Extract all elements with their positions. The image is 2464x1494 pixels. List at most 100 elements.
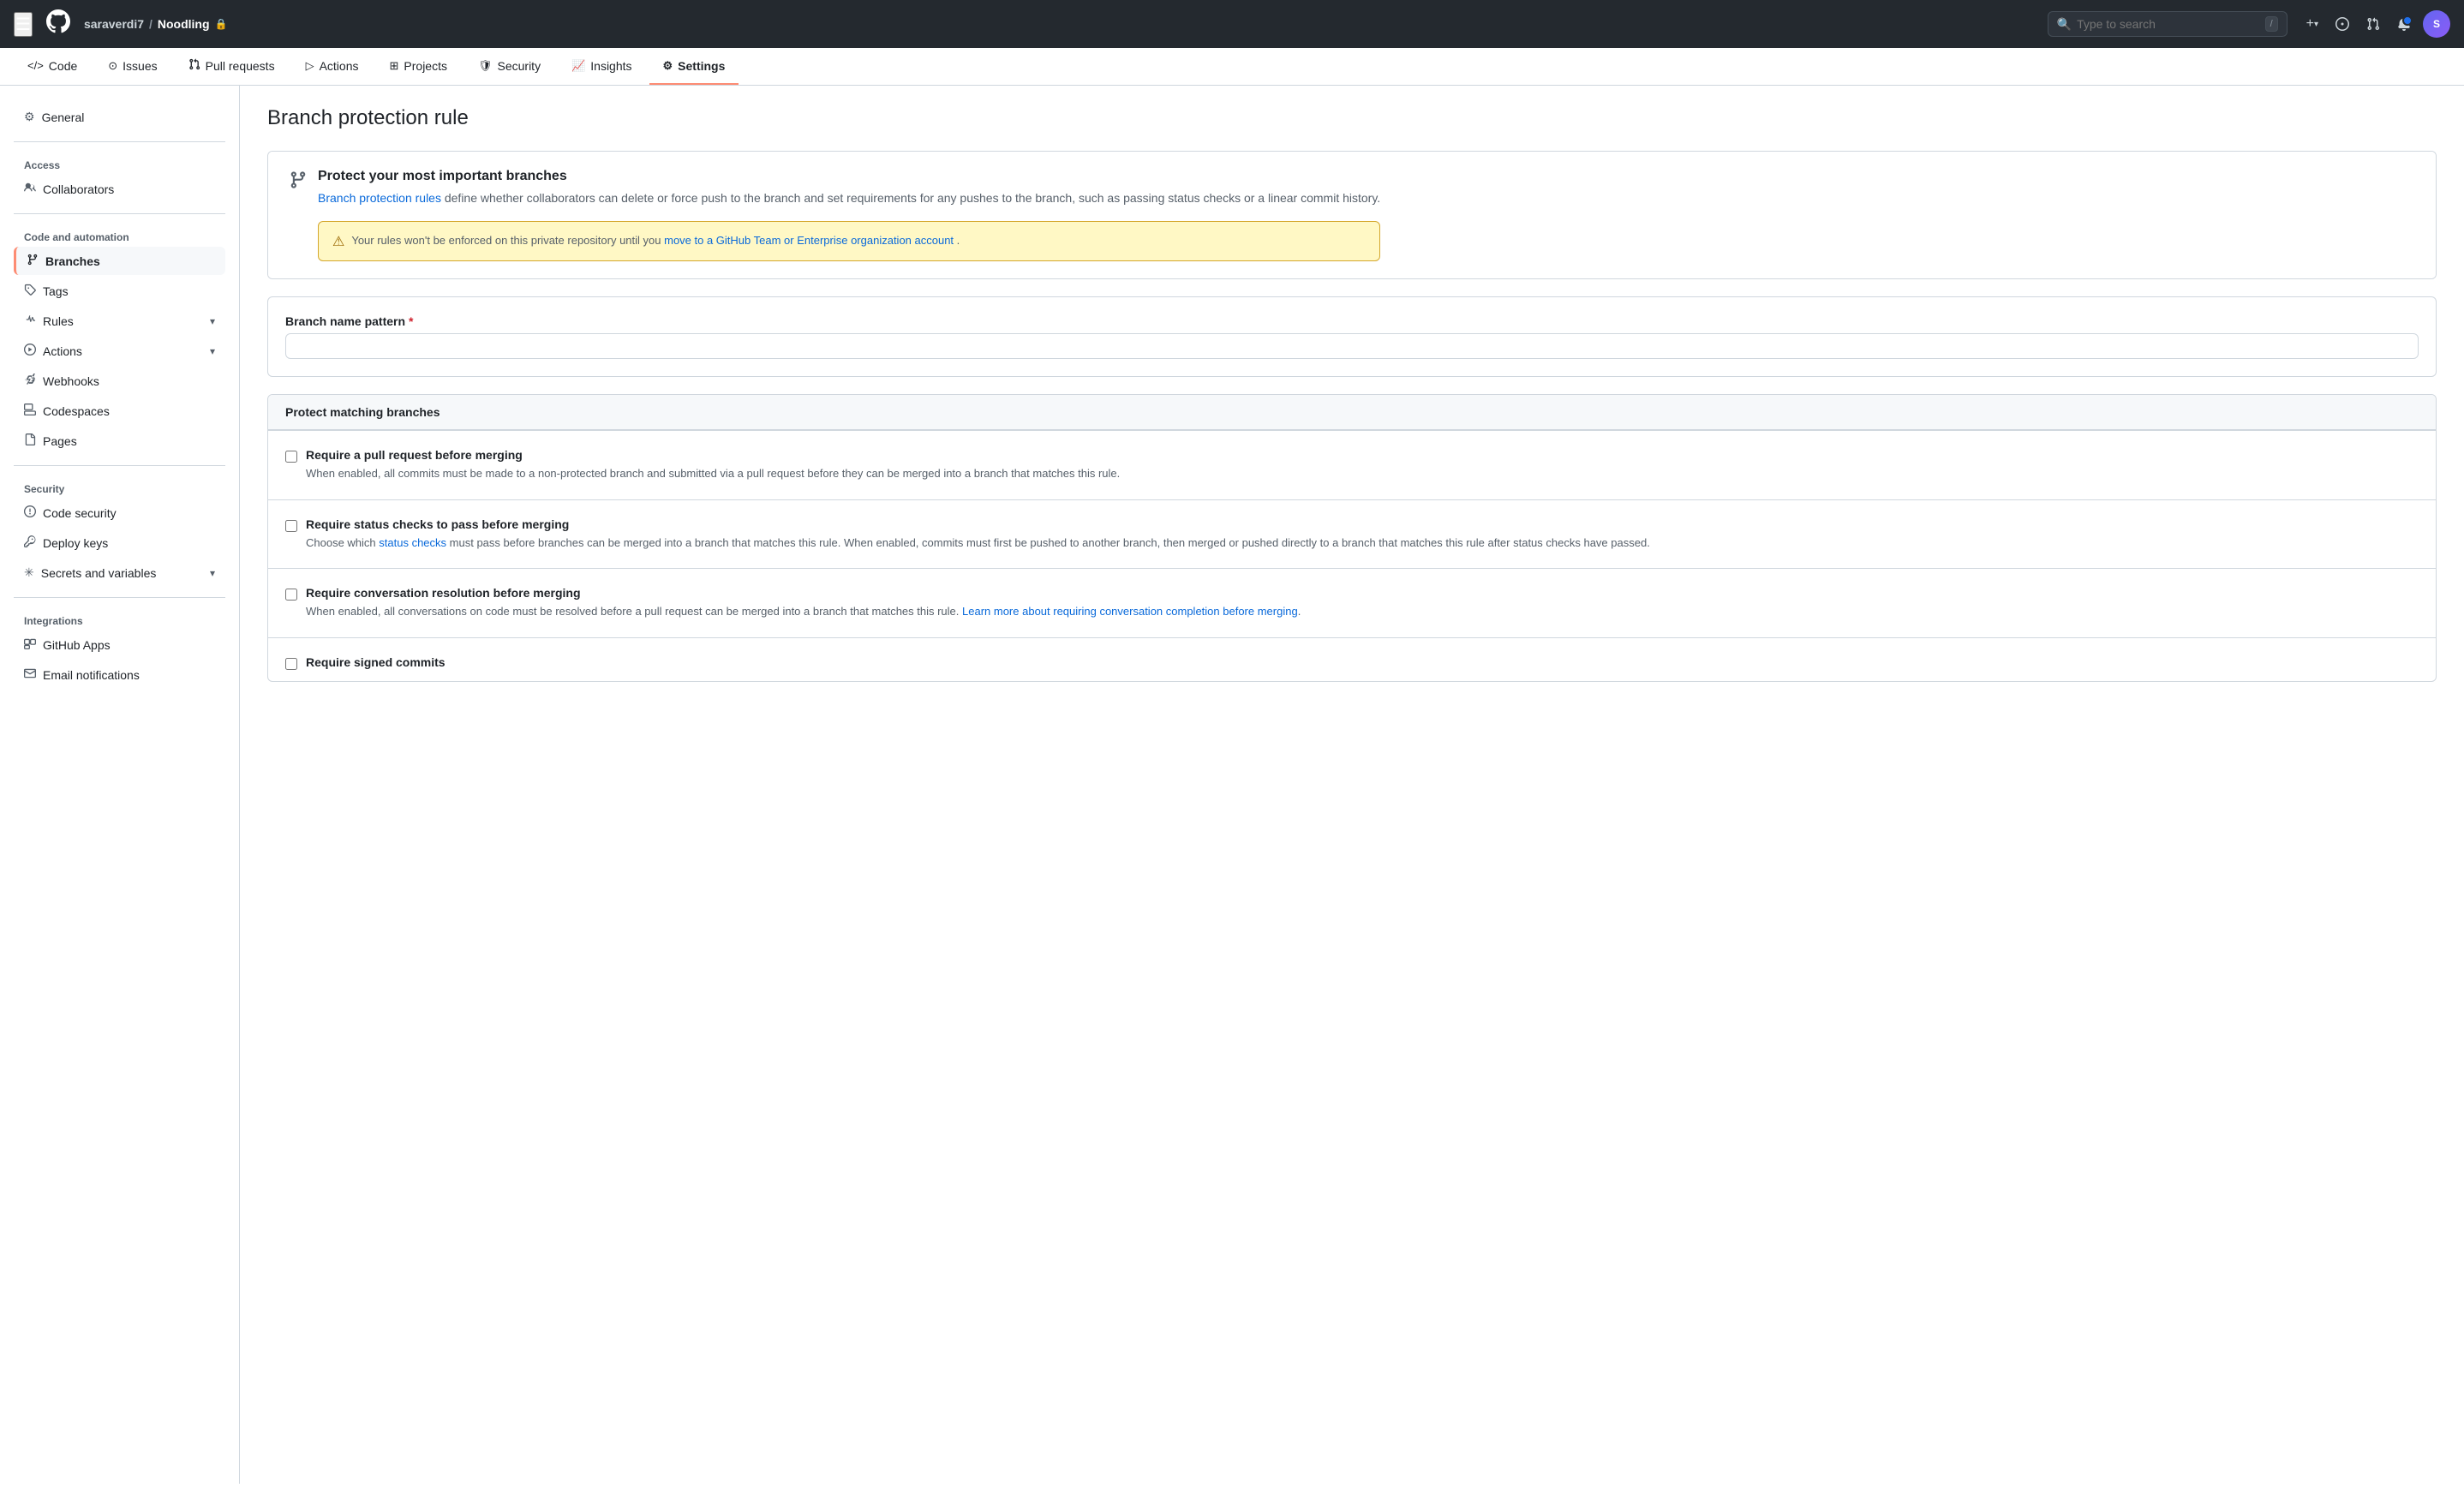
warning-icon: ⚠ bbox=[332, 233, 344, 250]
github-apps-icon bbox=[24, 637, 36, 652]
plus-icon: + bbox=[2306, 16, 2314, 32]
info-card-heading: Protect your most important branches bbox=[318, 169, 1380, 184]
require-signed-checkbox[interactable] bbox=[285, 658, 297, 670]
protect-section-header: Protect matching branches bbox=[268, 395, 2436, 430]
sidebar-item-actions[interactable]: Actions ▾ bbox=[14, 337, 225, 365]
sidebar-item-github-apps[interactable]: GitHub Apps bbox=[14, 630, 225, 659]
tab-pr-label: Pull requests bbox=[206, 59, 275, 73]
tab-security-label: Security bbox=[498, 59, 541, 73]
sidebar-item-email-notifications[interactable]: Email notifications bbox=[14, 660, 225, 689]
sidebar-item-branches[interactable]: Branches bbox=[14, 247, 225, 275]
sidebar-item-secrets-variables[interactable]: ✳ Secrets and variables ▾ bbox=[14, 559, 225, 587]
tab-actions[interactable]: ▷ Actions bbox=[292, 48, 373, 85]
tab-projects[interactable]: ⊞ Projects bbox=[376, 48, 461, 85]
tab-settings[interactable]: ⚙ Settings bbox=[649, 48, 739, 85]
sidebar: ⚙ General Access Collaborators Code and … bbox=[0, 86, 240, 1484]
topnav-icons: + ▾ S bbox=[2301, 10, 2450, 38]
sidebar-item-label: Webhooks bbox=[43, 374, 99, 388]
team-enterprise-link[interactable]: move to a GitHub Team or Enterprise orga… bbox=[664, 234, 954, 247]
sidebar-item-label: Codespaces bbox=[43, 404, 110, 418]
require-conversation-desc: When enabled, all conversations on code … bbox=[306, 603, 1301, 620]
create-button[interactable]: + ▾ bbox=[2301, 11, 2323, 37]
tab-insights-label: Insights bbox=[590, 59, 631, 73]
rule-require-pr: Require a pull request before merging Wh… bbox=[268, 430, 2436, 499]
issues-icon: ⊙ bbox=[108, 59, 117, 73]
search-input[interactable] bbox=[2077, 17, 2260, 31]
tab-projects-label: Projects bbox=[404, 59, 447, 73]
conversation-link[interactable]: Learn more about requiring conversation … bbox=[962, 605, 1298, 618]
email-icon bbox=[24, 667, 36, 682]
avatar[interactable]: S bbox=[2423, 10, 2450, 38]
security-icon: 🛡 bbox=[478, 59, 493, 73]
sidebar-item-webhooks[interactable]: Webhooks bbox=[14, 367, 225, 395]
sidebar-item-deploy-keys[interactable]: Deploy keys bbox=[14, 529, 225, 557]
required-star: * bbox=[409, 314, 413, 328]
notifications-button[interactable] bbox=[2392, 12, 2416, 36]
rule-require-status: Require status checks to pass before mer… bbox=[268, 499, 2436, 569]
lock-icon: 🔒 bbox=[215, 18, 228, 30]
chevron-down-icon-secrets: ▾ bbox=[210, 567, 215, 579]
rule-require-signed: Require signed commits bbox=[268, 637, 2436, 681]
branch-name-pattern-input[interactable] bbox=[285, 333, 2419, 359]
branch-name-pattern-section: Branch name pattern * bbox=[267, 296, 2437, 377]
sidebar-divider-1 bbox=[14, 141, 225, 142]
search-kbd: / bbox=[2265, 16, 2278, 32]
hamburger-menu[interactable]: ☰ bbox=[14, 12, 33, 37]
branch-name-pattern-label: Branch name pattern * bbox=[285, 314, 2419, 328]
tab-code[interactable]: </> Code bbox=[14, 48, 91, 85]
sidebar-item-label: Collaborators bbox=[43, 182, 114, 196]
projects-icon: ⊞ bbox=[390, 59, 399, 73]
pull-requests-button[interactable] bbox=[2361, 12, 2385, 36]
tab-issues[interactable]: ⊙ Issues bbox=[94, 48, 170, 85]
breadcrumb-user[interactable]: saraverdi7 bbox=[84, 17, 144, 31]
rule-require-conversation: Require conversation resolution before m… bbox=[268, 568, 2436, 637]
require-conversation-checkbox[interactable] bbox=[285, 589, 297, 601]
dropdown-icon: ▾ bbox=[2314, 20, 2318, 29]
sidebar-item-label: Secrets and variables bbox=[41, 566, 157, 580]
sidebar-item-label: Rules bbox=[43, 314, 74, 328]
branch-protection-link[interactable]: Branch protection rules bbox=[318, 191, 441, 205]
sidebar-item-label: Deploy keys bbox=[43, 536, 108, 550]
page-layout: ⚙ General Access Collaborators Code and … bbox=[0, 86, 2464, 1484]
tab-security[interactable]: 🛡 Security bbox=[464, 48, 554, 85]
sidebar-item-tags[interactable]: Tags bbox=[14, 277, 225, 305]
branches-icon bbox=[27, 254, 39, 268]
sidebar-item-label: Pages bbox=[43, 434, 77, 448]
collaborators-icon bbox=[24, 182, 36, 196]
require-status-checkbox[interactable] bbox=[285, 520, 297, 532]
sidebar-item-general[interactable]: ⚙ General bbox=[14, 103, 225, 131]
search-box[interactable]: 🔍 / bbox=[2048, 11, 2288, 37]
status-checks-link[interactable]: status checks bbox=[379, 536, 446, 549]
tab-pull-requests[interactable]: Pull requests bbox=[175, 48, 289, 85]
breadcrumb-repo: Noodling bbox=[158, 17, 210, 31]
tab-insights[interactable]: 📈 Insights bbox=[558, 48, 645, 85]
tab-settings-label: Settings bbox=[678, 59, 725, 73]
warning-text-suffix: . bbox=[957, 234, 960, 247]
info-card-desc: Branch protection rules define whether c… bbox=[318, 189, 1380, 207]
warning-text: Your rules won't be enforced on this pri… bbox=[351, 232, 960, 249]
require-pr-checkbox[interactable] bbox=[285, 451, 297, 463]
sidebar-item-codespaces[interactable]: Codespaces bbox=[14, 397, 225, 425]
repo-tabs: </> Code ⊙ Issues Pull requests ▷ Action… bbox=[0, 48, 2464, 86]
require-pr-label: Require a pull request before merging bbox=[306, 448, 1120, 462]
github-logo bbox=[46, 9, 70, 39]
sidebar-item-label: Actions bbox=[43, 344, 82, 358]
issues-button[interactable] bbox=[2330, 12, 2354, 36]
actions-icon: ▷ bbox=[306, 59, 314, 73]
settings-icon: ⚙ bbox=[663, 59, 673, 73]
sidebar-item-label: General bbox=[42, 111, 85, 124]
pages-icon bbox=[24, 433, 36, 448]
label-text: Branch name pattern bbox=[285, 314, 405, 328]
top-navigation: ☰ saraverdi7 / Noodling 🔒 🔍 / + ▾ S bbox=[0, 0, 2464, 48]
tags-icon bbox=[24, 284, 36, 298]
sidebar-item-pages[interactable]: Pages bbox=[14, 427, 225, 455]
search-icon: 🔍 bbox=[2057, 17, 2072, 32]
branches-info-icon bbox=[289, 170, 308, 194]
sidebar-item-collaborators[interactable]: Collaborators bbox=[14, 175, 225, 203]
tab-code-label: Code bbox=[49, 59, 77, 73]
require-status-label: Require status checks to pass before mer… bbox=[306, 517, 1650, 531]
sidebar-item-label: GitHub Apps bbox=[43, 638, 111, 652]
sidebar-item-rules[interactable]: Rules ▾ bbox=[14, 307, 225, 335]
sidebar-item-code-security[interactable]: Code security bbox=[14, 499, 225, 527]
actions-sidebar-icon bbox=[24, 344, 36, 358]
